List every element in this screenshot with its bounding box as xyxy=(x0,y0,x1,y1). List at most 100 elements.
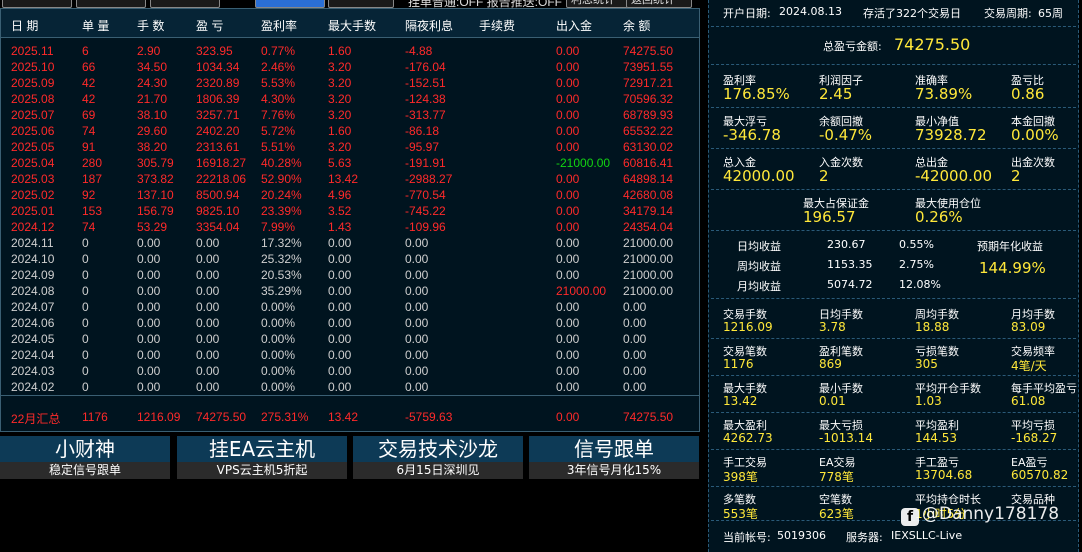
column-header-cash-flow[interactable]: 出入金 xyxy=(556,17,592,34)
cell-orders: 74 xyxy=(82,124,96,138)
cell-cash-flow: 0.00 xyxy=(556,364,580,378)
cell-balance: 64898.14 xyxy=(623,172,674,186)
column-header-orders[interactable]: 单 量 xyxy=(82,17,109,34)
promo-banner[interactable]: 挂EA云主机 VPS云主机5折起 xyxy=(177,436,347,479)
cell-swap: 0.00 xyxy=(405,348,429,362)
table-row[interactable]: 2024.02 0 0.00 0.00 0.00% 0.00 0.00 0.00 0.00 xyxy=(1,379,699,395)
table-row[interactable]: 2024.06 0 0.00 0.00 0.00% 0.00 0.00 0.00 0.00 xyxy=(1,315,699,331)
table-row[interactable]: 2025.07 69 38.10 3257.71 7.76% 3.20 -313.77 0.0… xyxy=(1,107,699,123)
table-row[interactable]: 2024.08 0 0.00 0.00 35.29% 0.00 0.00 21000.00 21… xyxy=(1,283,699,299)
cell-lots: 156.79 xyxy=(137,204,174,218)
cell-date: 2025.07 xyxy=(11,108,55,122)
return-amount: 1153.35 xyxy=(827,258,873,271)
facebook-icon: f xyxy=(901,508,919,526)
cell-balance: 60816.41 xyxy=(623,156,674,170)
table-row[interactable]: 2025.03 187 373.82 22218.06 52.90% 13.42 -2988… xyxy=(1,171,699,187)
promo-banner[interactable]: 交易技术沙龙 6月15日深圳见 xyxy=(353,436,523,479)
cell-pnl: 22218.06 xyxy=(196,172,247,186)
cell-pnl: 0.00 xyxy=(196,348,220,362)
cell-lots: 24.30 xyxy=(137,76,168,90)
column-header-fee[interactable]: 手续费 xyxy=(479,17,515,34)
column-header-win-rate[interactable]: 盈利率 xyxy=(261,17,297,34)
account-number: 5019306 xyxy=(777,529,826,542)
cell-lots: 53.29 xyxy=(137,220,168,234)
annual-return-value: 144.99% xyxy=(979,259,1046,277)
stat-value: 73.89% xyxy=(915,85,973,103)
table-row[interactable]: 2025.10 66 34.50 1034.34 2.46% 3.20 -176.04 0.0… xyxy=(1,59,699,75)
table-row[interactable]: 2024.03 0 0.00 0.00 0.00% 0.00 0.00 0.00 0.00 xyxy=(1,363,699,379)
toolbar-button-5[interactable] xyxy=(328,0,394,8)
table-row[interactable]: 2025.05 91 38.20 2313.61 5.51% 3.20 -95.97 0.00… xyxy=(1,139,699,155)
column-header-lots[interactable]: 手 数 xyxy=(137,17,164,34)
cell-orders: 0 xyxy=(82,364,89,378)
server-label: 服务器: xyxy=(846,531,883,544)
cell-lots: 0.00 xyxy=(137,252,161,266)
cell-date: 2025.02 xyxy=(11,188,55,202)
table-row[interactable]: 2025.02 92 137.10 8500.94 20.24% 4.96 -770.54 0… xyxy=(1,187,699,203)
table-row[interactable]: 2024.09 0 0.00 0.00 20.53% 0.00 0.00 0.00 21000.… xyxy=(1,267,699,283)
cell-date: 2024.03 xyxy=(11,364,55,378)
back-stats-button[interactable]: 返回统计 xyxy=(626,0,692,8)
toolbar-button-3[interactable] xyxy=(150,0,220,8)
cell-max-lots: 5.63 xyxy=(328,156,352,170)
cell-swap: -2988.27 xyxy=(405,172,453,186)
cell-cash-flow: 0.00 xyxy=(556,316,580,330)
column-header-max-lots[interactable]: 最大手数 xyxy=(328,17,376,34)
promo-banner-subtitle: 6月15日深圳见 xyxy=(353,462,523,479)
cell-date: 2024.08 xyxy=(11,284,55,298)
column-header-pnl[interactable]: 盈 亏 xyxy=(196,17,223,34)
promo-banner-title: 交易技术沙龙 xyxy=(378,437,498,461)
table-row[interactable]: 2025.11 6 2.90 323.95 0.77% 1.60 -4.88 0.00 7427… xyxy=(1,43,699,59)
cell-date: 2025.10 xyxy=(11,60,55,74)
cell-orders: 153 xyxy=(82,204,103,218)
swap-stats-button[interactable]: 利息统计 xyxy=(566,0,628,8)
cell-lots: 38.20 xyxy=(137,140,168,154)
promo-banner-title: 信号跟单 xyxy=(574,437,654,461)
cell-max-lots: 1.60 xyxy=(328,124,352,138)
cell-orders: 0 xyxy=(82,316,89,330)
stat-value: 176.85% xyxy=(723,85,790,103)
table-row[interactable]: 2025.01 153 156.79 9825.10 23.39% 3.52 -745.22… xyxy=(1,203,699,219)
cell-date: 2025.11 xyxy=(11,44,54,58)
cell-lots: 0.00 xyxy=(137,364,161,378)
table-row[interactable]: 2025.08 42 21.70 1806.39 4.30% 3.20 -124.38 0.0… xyxy=(1,91,699,107)
table-row[interactable]: 2024.10 0 0.00 0.00 25.32% 0.00 0.00 0.00 21000.… xyxy=(1,251,699,267)
cell-orders: 74 xyxy=(82,220,96,234)
table-row[interactable]: 2024.05 0 0.00 0.00 0.00% 0.00 0.00 0.00 0.00 xyxy=(1,331,699,347)
account-label: 当前帐号: xyxy=(723,531,771,544)
cell-cash-flow: 0.00 xyxy=(556,236,580,250)
table-row[interactable]: 2024.07 0 0.00 0.00 0.00% 0.00 0.00 0.00 0.00 xyxy=(1,299,699,315)
summary-date: 22月汇总 xyxy=(11,412,61,426)
survived-days: 存活了322个交易日 xyxy=(863,7,961,20)
column-header-date[interactable]: 日 期 xyxy=(11,17,38,34)
stat-value: 0.26% xyxy=(915,208,963,226)
table-row[interactable]: 2025.04 280 305.79 16918.27 40.28% 5.63 -191.9… xyxy=(1,155,699,171)
cell-swap: 0.00 xyxy=(405,268,429,282)
toolbar-button-2[interactable] xyxy=(76,0,146,8)
cell-max-lots: 0.00 xyxy=(328,332,352,346)
toolbar-button-4[interactable] xyxy=(255,0,325,8)
table-row[interactable]: 2024.12 74 53.29 3354.04 7.99% 1.43 -109.96 0.0… xyxy=(1,219,699,235)
column-header-balance[interactable]: 余 额 xyxy=(623,17,650,34)
return-percent: 2.75% xyxy=(899,258,934,271)
summary-swap: -5759.63 xyxy=(405,410,453,424)
stat-value: 13704.68 xyxy=(915,468,973,482)
promo-banner[interactable]: 小财神 稳定信号跟单 xyxy=(0,436,170,479)
table-row[interactable]: 2024.04 0 0.00 0.00 0.00% 0.00 0.00 0.00 0.00 xyxy=(1,347,699,363)
column-header-swap[interactable]: 隔夜利息 xyxy=(405,17,453,34)
table-row[interactable]: 2025.09 42 24.30 2320.89 5.53% 3.20 -152.51 0.0… xyxy=(1,75,699,91)
stat-value: 60570.82 xyxy=(1011,468,1069,482)
cell-date: 2024.04 xyxy=(11,348,55,362)
cell-lots: 373.82 xyxy=(137,172,174,186)
cell-lots: 0.00 xyxy=(137,332,161,346)
cell-balance: 21000.00 xyxy=(623,284,674,298)
cell-pnl: 0.00 xyxy=(196,332,220,346)
promo-banner[interactable]: 信号跟单 3年信号月化15% xyxy=(529,436,699,479)
cell-orders: 0 xyxy=(82,348,89,362)
stat-value: -346.78 xyxy=(723,126,781,144)
table-row[interactable]: 2024.11 0 0.00 0.00 17.32% 0.00 0.00 0.00 21000.… xyxy=(1,235,699,251)
table-row[interactable]: 2025.06 74 29.60 2402.20 5.72% 1.60 -86.18 0.00… xyxy=(1,123,699,139)
toolbar-button-1[interactable] xyxy=(2,0,72,8)
stat-value: 196.57 xyxy=(803,208,856,226)
summary-max-lots: 13.42 xyxy=(328,410,359,424)
